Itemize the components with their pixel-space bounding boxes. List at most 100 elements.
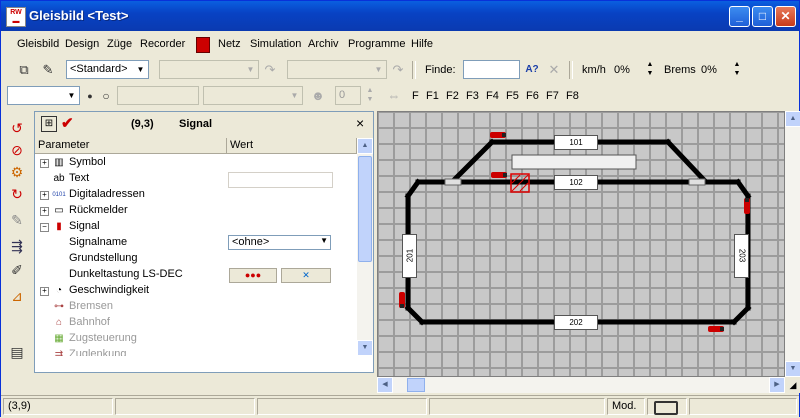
scroll-left-icon[interactable]: ◀ <box>377 377 393 393</box>
menu-archiv[interactable]: Archiv <box>308 38 339 50</box>
function-f5[interactable]: F5 <box>506 90 519 102</box>
track-diagram-canvas[interactable]: 101 102 201 202 203 <box>377 111 785 377</box>
title-bar[interactable]: RW ▬ Gleisbild <Test> _ □ ✕ <box>1 1 799 31</box>
no-entry-icon[interactable]: ⊘ <box>8 141 26 159</box>
text-value-input[interactable] <box>228 172 333 188</box>
property-row-rueckmelder[interactable]: + ▭ Rückmelder <box>35 203 357 219</box>
chart-icon[interactable]: ▤ <box>8 343 26 361</box>
app-logo-icon[interactable]: RW ▬ <box>6 7 26 27</box>
edit-tool-icon[interactable]: ✎ <box>39 61 57 79</box>
scroll-thumb[interactable] <box>358 156 372 262</box>
redo-icon[interactable]: ↷ <box>261 61 279 79</box>
refresh-icon[interactable]: ↻ <box>8 185 26 203</box>
menu-gleisbild[interactable]: Gleisbild <box>17 38 59 50</box>
property-row-symbol[interactable]: + ▥ Symbol <box>35 155 357 171</box>
property-row-bremsen[interactable]: ⊶ Bremsen <box>35 299 357 315</box>
column-header-value[interactable]: Wert <box>227 138 357 154</box>
signal-bottom[interactable] <box>708 326 724 332</box>
signal-selected[interactable] <box>491 172 507 178</box>
scroll-up-icon[interactable]: ▲ <box>357 138 373 154</box>
dots-button[interactable]: ●●● <box>229 268 277 283</box>
sort-az-icon[interactable]: A? <box>523 61 541 79</box>
speed-spinner[interactable]: ▲ ▼ <box>365 86 375 105</box>
function-f2[interactable]: F2 <box>446 90 459 102</box>
size-grip[interactable]: ◢ <box>785 377 800 393</box>
signal-top[interactable] <box>490 132 506 138</box>
redo-icon-2[interactable]: ↷ <box>389 61 407 79</box>
block-label-102[interactable]: 102 <box>554 175 598 190</box>
signalname-select[interactable]: <ohne> ▼ <box>228 235 331 250</box>
menu-netz[interactable]: Netz <box>218 38 241 50</box>
function-f1[interactable]: F1 <box>426 90 439 102</box>
scroll-right-icon[interactable]: ▶ <box>769 377 785 393</box>
property-row-text[interactable]: ab Text <box>35 171 357 188</box>
expand-icon[interactable]: + <box>40 207 49 216</box>
function-f6[interactable]: F6 <box>526 90 539 102</box>
style-combo[interactable]: <Standard> ▼ <box>66 60 149 79</box>
block-label-101[interactable]: 101 <box>554 135 598 150</box>
block-label-203[interactable]: 203 <box>734 234 749 278</box>
scroll-up-icon[interactable]: ▲ <box>785 111 800 127</box>
scroll-down-icon[interactable]: ▼ <box>357 340 373 356</box>
property-row-bahnhof[interactable]: ⌂ Bahnhof <box>35 315 357 331</box>
menu-simulation[interactable]: Simulation <box>250 38 301 50</box>
property-row-digitaladressen[interactable]: + 0101 Digitaladressen <box>35 187 357 203</box>
property-row-zugsteuerung[interactable]: ▦ Zugsteuerung <box>35 331 357 347</box>
gear-icon[interactable]: ⚙ <box>8 163 26 181</box>
minimize-button[interactable]: _ <box>729 6 750 27</box>
menu-design[interactable]: Design <box>65 38 99 50</box>
column-header-parameter[interactable]: Parameter <box>35 138 227 154</box>
canvas-vscrollbar[interactable]: ▲ ▼ <box>785 111 800 377</box>
signal-right[interactable] <box>744 198 750 214</box>
expand-icon[interactable]: + <box>40 159 49 168</box>
property-row-signalname[interactable]: Signalname <ohne> ▼ <box>35 235 357 251</box>
function-f[interactable]: F <box>412 90 419 102</box>
maximize-button[interactable]: □ <box>752 6 773 27</box>
radio-circle-icon[interactable]: ○ <box>97 87 115 105</box>
property-row-dunkeltastung[interactable]: Dunkeltastung LS-DEC ●●● ✕ <box>35 267 357 283</box>
brems-spinner[interactable]: ▲ ▼ <box>732 60 742 79</box>
grid-icon[interactable]: ⊞ <box>41 116 57 132</box>
property-row-signal[interactable]: − ▮ Signal <box>35 219 357 235</box>
clear-button[interactable]: ✕ <box>281 268 331 283</box>
scroll-down-icon[interactable]: ▼ <box>785 361 800 377</box>
ruler-icon[interactable]: ⊿ <box>8 287 26 305</box>
speed-input[interactable]: 0 <box>335 86 361 105</box>
rotate-left-icon[interactable]: ↺ <box>8 119 26 137</box>
expand-icon[interactable]: + <box>40 287 49 296</box>
disabled-combo-3[interactable] <box>117 86 199 105</box>
panel-scrollbar[interactable]: ▲ ▼ <box>357 138 373 356</box>
disabled-combo-2[interactable]: ▼ <box>287 60 387 79</box>
pen-icon[interactable]: ✐ <box>8 261 26 279</box>
status-display[interactable] <box>647 398 687 415</box>
property-row-geschwindigkeit[interactable]: + ◔ Geschwindigkeit <box>35 283 357 299</box>
function-f4[interactable]: F4 <box>486 90 499 102</box>
checkmark-icon[interactable]: ✔ <box>61 114 74 132</box>
edit-icon[interactable]: ✎ <box>8 211 26 229</box>
menu-programme[interactable]: Programme <box>348 38 405 50</box>
menu-recorder[interactable]: Recorder <box>140 38 185 50</box>
driver-icon[interactable]: ☻ <box>309 87 327 105</box>
expand-icon[interactable]: + <box>40 191 49 200</box>
panel-close-button[interactable]: × <box>356 115 364 131</box>
collapse-icon[interactable]: − <box>40 223 49 232</box>
copy-icon[interactable]: ⧉ <box>15 61 33 79</box>
menu-hilfe[interactable]: Hilfe <box>411 38 433 50</box>
function-f8[interactable]: F8 <box>566 90 579 102</box>
delete-icon[interactable]: ✕ <box>545 61 563 79</box>
property-row-grundstellung[interactable]: Grundstellung <box>35 251 357 267</box>
function-f7[interactable]: F7 <box>546 90 559 102</box>
block-text-box[interactable] <box>511 154 637 170</box>
canvas-hscrollbar[interactable]: ◀ ▶ <box>377 377 785 393</box>
block-label-201[interactable]: 201 <box>402 234 417 278</box>
route-icon[interactable]: ⇶ <box>8 237 26 255</box>
hscroll-thumb[interactable] <box>407 378 425 392</box>
close-window-button[interactable]: ✕ <box>775 6 796 27</box>
disabled-combo-4[interactable]: ▼ <box>203 86 303 105</box>
menu-zuege[interactable]: Züge <box>107 38 132 50</box>
signal-left[interactable] <box>399 292 405 308</box>
direction-icon[interactable]: ⇔ <box>385 87 403 105</box>
block-label-202[interactable]: 202 <box>554 315 598 330</box>
kmh-spinner[interactable]: ▲ ▼ <box>645 60 655 79</box>
function-f3[interactable]: F3 <box>466 90 479 102</box>
